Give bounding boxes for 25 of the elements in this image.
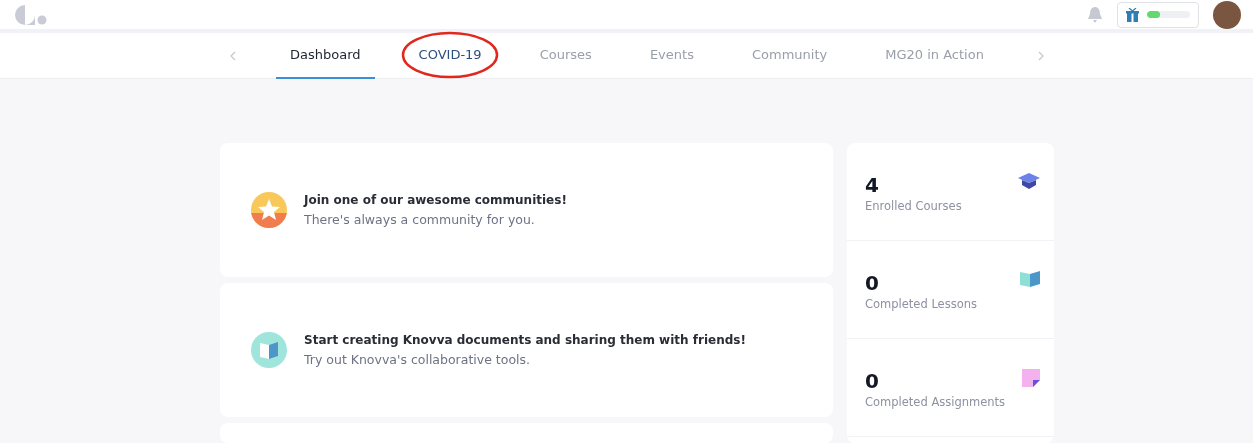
chevron-right-icon[interactable] xyxy=(1037,50,1044,61)
card-subtitle: There's always a community for you. xyxy=(304,212,536,227)
avatar[interactable] xyxy=(1213,0,1241,29)
book-icon xyxy=(1020,271,1040,287)
stat-value: 4 xyxy=(865,173,880,197)
prompt-card[interactable]: Join one of our awesome communities! There's always a community for you. xyxy=(220,143,833,277)
stat-label: Enrolled Courses xyxy=(865,199,962,213)
chevron-left-icon[interactable] xyxy=(230,50,236,61)
book-icon xyxy=(250,331,288,369)
graduation-cap-icon xyxy=(1018,173,1040,189)
stat-label: Completed Lessons xyxy=(865,297,977,311)
nav-tab[interactable]: Dashboard xyxy=(276,32,375,79)
prompt-card[interactable]: Start creating Knovva documents and sharing them with friends! Try out Knovva's collaborative tools. xyxy=(220,283,833,417)
stat-value: 0 xyxy=(865,369,880,393)
card-title: Start creating Knovva documents and sharing them with friends! xyxy=(304,333,746,347)
card-subtitle: Try out Knovva's collaborative tools. xyxy=(304,352,531,367)
reward-widget[interactable] xyxy=(1117,1,1199,28)
reward-progress-bar xyxy=(1147,11,1190,18)
card-title: Join one of our awesome communities! xyxy=(304,193,567,207)
gift-icon xyxy=(1126,7,1139,22)
stat-value: 0 xyxy=(865,271,880,295)
bell-icon[interactable] xyxy=(1087,5,1103,24)
stat-label: Completed Assignments xyxy=(865,395,1006,409)
nav-tab[interactable]: COVID-19 xyxy=(404,32,496,79)
sticky-note-icon xyxy=(1022,369,1040,387)
